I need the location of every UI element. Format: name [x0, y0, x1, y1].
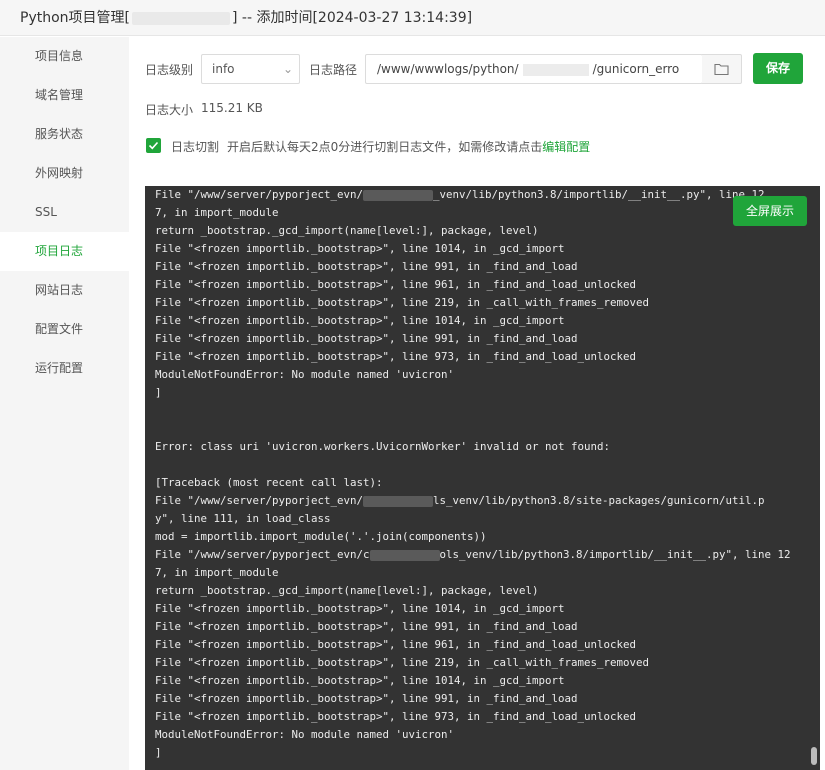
log-line: 7, in import_module [155, 566, 279, 579]
log-path-prefix: /www/wwwlogs/python/ [377, 62, 519, 76]
log-line: File "/www/server/pyporject_evn/ls_venv/… [155, 492, 820, 510]
sidebar-item-external-mapping[interactable]: 外网映射 [0, 154, 129, 193]
redacted-path-segment [363, 189, 434, 201]
save-button[interactable]: 保存 [753, 53, 803, 84]
log-line: File "<frozen importlib._bootstrap>", li… [155, 656, 650, 669]
log-line: File "<frozen importlib._bootstrap>", li… [155, 710, 637, 723]
sidebar-item-run-config[interactable]: 运行配置 [0, 349, 129, 388]
redacted-path-segment [363, 495, 434, 507]
log-line: mod = importlib.import_module('.'.join(c… [155, 530, 487, 543]
log-line: ModuleNotFoundError: No module named 'uv… [155, 368, 455, 381]
redacted-path-segment [522, 63, 589, 76]
redacted-project-name [132, 11, 230, 25]
fullscreen-button[interactable]: 全屏展示 [733, 196, 807, 226]
log-line-part: File "/www/server/pyporject_evn/ [155, 188, 364, 201]
log-line: File "<frozen importlib._bootstrap>", li… [155, 278, 637, 291]
chevron-down-icon: ⌄ [282, 62, 293, 76]
log-line-part: File "/www/server/pyporject_evn/c [155, 548, 370, 561]
log-line: 7, in import_module [155, 206, 279, 219]
log-line: File "/www/server/pyporject_evn/c ols_ven… [155, 546, 820, 564]
sidebar-item-ssl[interactable]: SSL [0, 193, 129, 232]
log-line: ] [155, 386, 162, 399]
log-line: File "<frozen importlib._bootstrap>", li… [155, 242, 565, 255]
window-title-suffix: ] -- 添加时间[2024-03-27 13:14:39] [232, 10, 473, 26]
log-line: ] [155, 746, 162, 759]
log-path-value: /www/wwwlogs/python/ /gunicorn_erro [377, 55, 679, 83]
log-line: ModuleNotFoundError: No module named 'uv… [155, 728, 455, 741]
log-path-label: 日志路径 [309, 63, 358, 77]
log-level-value: info [212, 62, 235, 76]
window-titlebar: Python项目管理[ ] -- 添加时间[2024-03-27 13:14:39… [0, 0, 825, 36]
log-line-part: File "/www/server/pyporject_evn/ [155, 494, 364, 507]
log-line: y", line 111, in load_class [155, 512, 331, 525]
log-line: [Traceback (most recent call last): [155, 476, 383, 489]
checkmark-icon [148, 141, 159, 150]
log-line: File "<frozen importlib._bootstrap>", li… [155, 314, 565, 327]
log-size-label: 日志大小 [145, 103, 194, 117]
log-path-suffix: /gunicorn_erro [592, 62, 680, 76]
sidebar-item-service-status[interactable]: 服务状态 [0, 115, 129, 154]
log-line-part: ols_venv/lib/python3.8/importlib/__init_… [439, 548, 791, 561]
log-level-select[interactable]: info ⌄ [201, 54, 300, 84]
log-line: File "<frozen importlib._bootstrap>", li… [155, 296, 650, 309]
redacted-path-segment [369, 549, 440, 561]
log-line: File "<frozen importlib._bootstrap>", li… [155, 602, 565, 615]
log-cut-desc-text: 开启后默认每天2点0分进行切割日志文件，如需修改请点击 [227, 140, 543, 154]
log-text: File "/www/server/pyporject_evn/ _venv/li… [145, 186, 820, 762]
log-line: Error: class uri 'uvicron.workers.Uvicor… [155, 440, 611, 453]
folder-icon [714, 63, 729, 76]
folder-browse-button[interactable] [702, 54, 742, 84]
sidebar-item-site-log[interactable]: 网站日志 [0, 271, 129, 310]
sidebar-item-project-info[interactable]: 项目信息 [0, 37, 129, 76]
window-title: Python项目管理[ ] -- 添加时间[2024-03-27 13:14:39… [20, 7, 472, 27]
log-line: File "<frozen importlib._bootstrap>", li… [155, 620, 578, 633]
log-size-value: 115.21 KB [201, 101, 263, 115]
window-title-prefix: Python项目管理[ [20, 10, 130, 26]
log-line: File "<frozen importlib._bootstrap>", li… [155, 638, 637, 651]
log-level-label: 日志级别 [145, 63, 194, 77]
log-line: File "<frozen importlib._bootstrap>", li… [155, 332, 578, 345]
sidebar-item-project-log[interactable]: 项目日志 [0, 232, 129, 271]
main-panel: 日志级别 info ⌄ 日志路径 /www/wwwlogs/python/ /gu… [129, 37, 825, 770]
log-console[interactable]: File "/www/server/pyporject_evn/ _venv/li… [145, 186, 820, 770]
log-line: File "<frozen importlib._bootstrap>", li… [155, 260, 578, 273]
sidebar: 项目信息 域名管理 服务状态 外网映射 SSL 项目日志 网站日志 配置文件 运… [0, 37, 129, 770]
log-line-part: ls_venv/lib/python3.8/site-packages/guni… [433, 494, 765, 507]
sidebar-item-config-file[interactable]: 配置文件 [0, 310, 129, 349]
log-line: return _bootstrap._gcd_import(name[level… [155, 584, 539, 597]
log-cut-checkbox[interactable] [146, 138, 161, 153]
log-cut-label: 日志切割 [171, 140, 220, 154]
edit-config-link[interactable]: 编辑配置 [542, 140, 590, 154]
log-cut-description: 开启后默认每天2点0分进行切割日志文件，如需修改请点击编辑配置 [227, 138, 590, 155]
log-line: File "<frozen importlib._bootstrap>", li… [155, 692, 578, 705]
log-line: return _bootstrap._gcd_import(name[level… [155, 224, 539, 237]
console-scrollbar[interactable] [811, 747, 817, 765]
log-line-part: _venv/lib/python3.8/importlib/__init__.p… [433, 188, 765, 201]
sidebar-item-domain[interactable]: 域名管理 [0, 76, 129, 115]
log-line: File "<frozen importlib._bootstrap>", li… [155, 674, 565, 687]
log-line: File "<frozen importlib._bootstrap>", li… [155, 350, 637, 363]
log-line: File "/www/server/pyporject_evn/ _venv/li… [155, 186, 820, 204]
log-path-input[interactable]: /www/wwwlogs/python/ /gunicorn_erro [365, 54, 703, 84]
